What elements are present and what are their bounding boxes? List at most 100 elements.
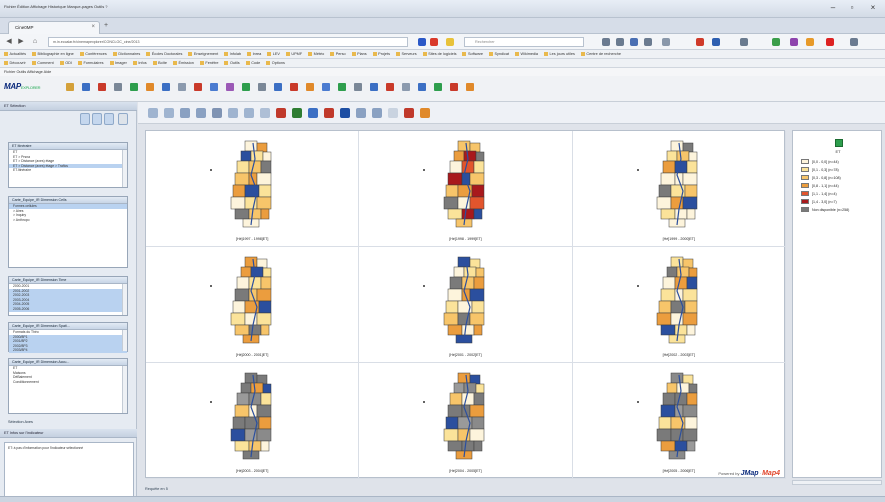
bookmark-item[interactable]: Infos xyxy=(133,59,146,67)
app-tool-icon[interactable] xyxy=(162,83,170,91)
map-tool-icon[interactable] xyxy=(372,108,382,118)
menu-icon[interactable] xyxy=(850,38,858,46)
app-tool-icon[interactable] xyxy=(338,83,346,91)
shield-icon[interactable] xyxy=(630,38,638,46)
bookmark-item[interactable]: Inrea xyxy=(247,50,262,58)
app-menu[interactable]: Fichier Outils Affichage Aide xyxy=(0,68,885,76)
bookmark-item[interactable]: Comment xyxy=(32,59,53,67)
bookmark-item[interactable]: Sites de logiciels xyxy=(423,50,456,58)
map-cell[interactable]: [Hé]1997 - 1998]ET] xyxy=(146,131,360,247)
bookmark-item[interactable]: UPMF xyxy=(286,50,302,58)
app-tool-icon[interactable] xyxy=(210,83,218,91)
flag-red-icon[interactable] xyxy=(430,38,438,46)
addon-purple-icon[interactable] xyxy=(790,38,798,46)
bookmark-item[interactable]: Serveurs xyxy=(396,50,416,58)
bookmark-item[interactable]: Boîte xyxy=(153,59,167,67)
browser-menu[interactable]: Fichier Édition Affichage Historique Mar… xyxy=(4,4,108,9)
app-tool-icon[interactable] xyxy=(386,83,394,91)
map-cell[interactable]: [Hé]2003 - 2004]ET] xyxy=(146,363,360,479)
bookmark-item[interactable]: Fenêtre xyxy=(200,59,218,67)
bookmark-item[interactable]: Émission xyxy=(173,59,193,67)
app-tool-icon[interactable] xyxy=(274,83,282,91)
app-tool-icon[interactable] xyxy=(370,83,378,91)
app-tool-icon[interactable] xyxy=(418,83,426,91)
app-tool-icon[interactable] xyxy=(306,83,314,91)
bookmark-item[interactable]: ODI xyxy=(60,59,72,67)
tree-item[interactable]: Conditionnement xyxy=(9,380,127,385)
map-tool-icon[interactable] xyxy=(148,108,158,118)
accu-scrollbar[interactable] xyxy=(122,366,127,413)
bookmark-item[interactable]: Découvrir xyxy=(4,59,26,67)
app-tool-icon[interactable] xyxy=(402,83,410,91)
map-tool-icon[interactable] xyxy=(308,108,318,118)
bookmark-item[interactable]: Enseignement xyxy=(188,50,218,58)
app-tool-icon[interactable] xyxy=(82,83,90,91)
map-tool-icon[interactable] xyxy=(356,108,366,118)
bookmark-item[interactable]: Actualités xyxy=(4,50,26,58)
close-window-button[interactable]: × xyxy=(866,3,880,13)
panel-icon-4[interactable] xyxy=(118,113,128,125)
url-input[interactable]: m.in.eccalar.fr/cinemapexplorer/CONCLOC_… xyxy=(48,37,408,47)
addon-icon[interactable] xyxy=(662,38,670,46)
map-tool-icon[interactable] xyxy=(212,108,222,118)
map-cell[interactable]: [Hé]2002 - 2003]ET] xyxy=(572,247,786,363)
addon-green-icon[interactable] xyxy=(772,38,780,46)
bookmark-item[interactable]: Wikimedia xyxy=(515,50,539,58)
app-tool-icon[interactable] xyxy=(130,83,138,91)
map-tool-icon[interactable] xyxy=(388,108,398,118)
bookmark-item[interactable]: Outils xyxy=(224,59,240,67)
bookmark-item[interactable]: Imager xyxy=(110,59,127,67)
app-tool-icon[interactable] xyxy=(194,83,202,91)
map-tool-icon[interactable] xyxy=(180,108,190,118)
map-tool-icon[interactable] xyxy=(324,108,334,118)
bookmark-item[interactable]: Plans xyxy=(352,50,367,58)
map-cell[interactable]: [Hé]1998 - 1999]ET] xyxy=(359,131,573,247)
maximize-button[interactable]: ▫ xyxy=(845,3,859,13)
bookmark-item[interactable]: Syndicat xyxy=(489,50,509,58)
app-tool-icon[interactable] xyxy=(258,83,266,91)
map-cell[interactable]: [Hé]2005 - 2006]ET] xyxy=(572,363,786,479)
bookmark-item[interactable]: Bibliographie en ligne xyxy=(32,50,73,58)
addon-blue-icon[interactable] xyxy=(712,38,720,46)
addon-red-icon[interactable] xyxy=(696,38,704,46)
home-icon[interactable]: ⌂ xyxy=(30,37,40,47)
panel-icon-3[interactable] xyxy=(104,113,114,125)
bookmark-item[interactable]: Les jours utiles xyxy=(544,50,575,58)
app-tool-icon[interactable] xyxy=(434,83,442,91)
download-icon[interactable] xyxy=(616,38,624,46)
bookmark-item[interactable]: Code xyxy=(246,59,260,67)
app-tool-icon[interactable] xyxy=(450,83,458,91)
map-cell[interactable]: [Hé]2000 - 2001]ET] xyxy=(146,247,360,363)
bookmark-item[interactable]: Écoles Doctorales xyxy=(146,50,183,58)
bookmark-item[interactable]: Dictionnaires xyxy=(113,50,140,58)
app-tool-icon[interactable] xyxy=(354,83,362,91)
app-tool-icon[interactable] xyxy=(242,83,250,91)
bookmark-item[interactable]: Options xyxy=(266,59,285,67)
addon-red2-icon[interactable] xyxy=(826,38,834,46)
bookmark-item[interactable]: Centre de recherche xyxy=(581,50,621,58)
map-tool-icon[interactable] xyxy=(164,108,174,118)
app-tool-icon[interactable] xyxy=(114,83,122,91)
map-tool-icon[interactable] xyxy=(260,108,270,118)
app-tool-icon[interactable] xyxy=(290,83,298,91)
map-tool-icon[interactable] xyxy=(420,108,430,118)
bookmark-item[interactable]: Infolab xyxy=(224,50,241,58)
bookmark-item[interactable]: Conférences xyxy=(80,50,107,58)
back-icon[interactable]: ◀ xyxy=(4,37,14,47)
star-icon[interactable] xyxy=(446,38,454,46)
minimize-button[interactable]: – xyxy=(826,3,840,13)
map-cell[interactable]: [Hé]1999 - 2000]ET] xyxy=(572,131,786,247)
app-tool-icon[interactable] xyxy=(146,83,154,91)
bookmark-item[interactable]: Perso xyxy=(330,50,346,58)
flag-icon[interactable] xyxy=(418,38,426,46)
search-input[interactable]: Rechercher xyxy=(464,37,584,47)
bookmark-item[interactable]: Formulaires xyxy=(78,59,103,67)
tab-active[interactable]: Cine0MP × xyxy=(8,21,100,34)
map-tool-icon[interactable] xyxy=(292,108,302,118)
time-scrollbar[interactable] xyxy=(122,284,127,315)
addon-gray-icon[interactable] xyxy=(740,38,748,46)
tree-item[interactable]: 2003/8P4 xyxy=(9,348,127,353)
map-tool-icon[interactable] xyxy=(404,108,414,118)
map-tool-icon[interactable] xyxy=(340,108,350,118)
app-tool-icon[interactable] xyxy=(66,83,74,91)
